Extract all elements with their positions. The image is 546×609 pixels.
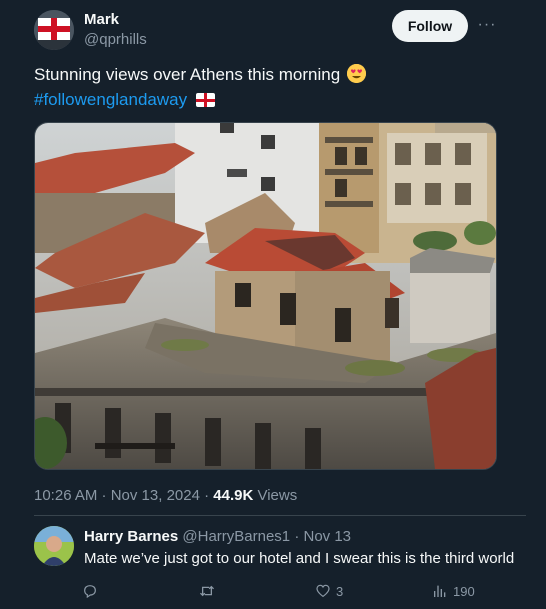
reply-date[interactable]: Nov 13 [304, 528, 352, 545]
athens-rooftops-image [35, 123, 496, 469]
analytics-bars-icon [434, 585, 446, 597]
reply-views-count: 190 [453, 583, 475, 599]
reply-header: Harry Barnes @HarryBarnes1 · Nov 13 [84, 528, 351, 545]
tweet-photo[interactable] [34, 122, 497, 470]
reply-separator: · [290, 528, 304, 545]
tweet-hashtag-line: #followenglandaway [34, 89, 215, 111]
like-action[interactable]: 3 [315, 580, 343, 602]
tweet-text-content: Stunning views over Athens this morning [34, 65, 341, 84]
retweet-action[interactable] [198, 580, 221, 602]
like-count: 3 [336, 583, 344, 599]
divider [34, 515, 526, 516]
reply-author-name[interactable]: Harry Barnes [84, 528, 178, 545]
retweet-icon [199, 585, 215, 597]
reply-text: Mate we’ve just got to our hotel and I s… [84, 550, 515, 567]
author-handle[interactable]: @qprhills [84, 31, 147, 48]
follow-button[interactable]: Follow [392, 10, 468, 42]
england-flag-icon [195, 93, 215, 107]
reply-avatar[interactable] [34, 526, 74, 566]
heart-eyes-emoji-icon [346, 64, 366, 83]
tweet-timestamp[interactable]: 10:26 AM · Nov 13, 2024 · [34, 487, 213, 504]
tweet-text: Stunning views over Athens this morning [34, 64, 366, 86]
hashtag-link[interactable]: #followenglandaway [34, 90, 187, 109]
author-avatar[interactable] [34, 10, 74, 50]
reply-author-handle[interactable]: @HarryBarnes1 [182, 528, 290, 545]
heart-icon [316, 584, 330, 598]
views-label: Views [253, 487, 298, 504]
more-options-icon[interactable]: ··· [476, 12, 498, 38]
tweet: Mark @qprhills Follow ··· Stunning views… [0, 0, 546, 609]
tweet-meta: 10:26 AM · Nov 13, 2024 · 44.9K Views [34, 487, 297, 504]
views-count: 44.9K [213, 487, 254, 504]
reply-action[interactable] [82, 580, 103, 602]
author-name[interactable]: Mark [84, 11, 119, 28]
views-action[interactable]: 190 [432, 580, 475, 602]
comment-icon [84, 585, 96, 599]
